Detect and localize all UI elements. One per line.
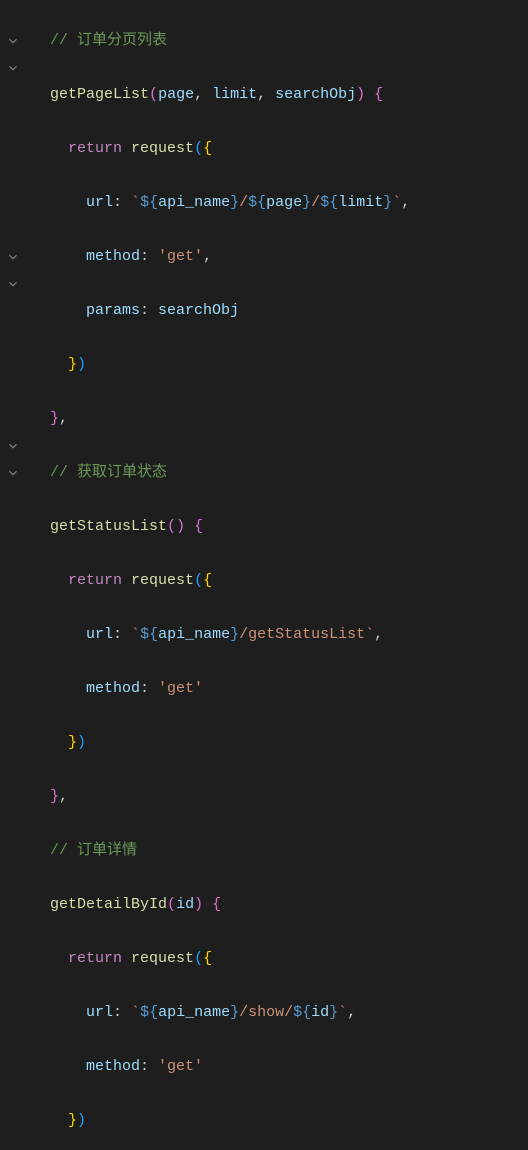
code-line: url: `${api_name}/${page}/${limit}`, xyxy=(32,189,528,216)
keyword: return xyxy=(68,140,122,157)
fold-chevron-icon[interactable] xyxy=(0,459,24,486)
code-line: // 获取订单状态 xyxy=(32,459,528,486)
code-area[interactable]: // 订单分页列表 getPageList(page, limit, searc… xyxy=(24,0,528,575)
code-line: }) xyxy=(32,729,528,756)
fold-chevron-icon[interactable] xyxy=(0,27,24,54)
comment: // 订单详情 xyxy=(50,842,137,859)
code-line: url: `${api_name}/show/${id}`, xyxy=(32,999,528,1026)
function-name: getStatusList xyxy=(50,518,167,535)
code-editor[interactable]: // 订单分页列表 getPageList(page, limit, searc… xyxy=(0,0,528,575)
function-name: getDetailById xyxy=(50,896,167,913)
code-line: return request({ xyxy=(32,135,528,162)
fold-chevron-icon[interactable] xyxy=(0,54,24,81)
code-line: params: searchObj xyxy=(32,297,528,324)
code-line: method: 'get' xyxy=(32,1053,528,1080)
code-line: getDetailById(id) { xyxy=(32,891,528,918)
code-line: // 订单详情 xyxy=(32,837,528,864)
code-line: getStatusList() { xyxy=(32,513,528,540)
function-name: getPageList xyxy=(50,86,149,103)
code-line: }) xyxy=(32,1107,528,1134)
code-line: // 订单分页列表 xyxy=(32,27,528,54)
comment: // 获取订单状态 xyxy=(50,464,167,481)
code-line: }, xyxy=(32,405,528,432)
fold-chevron-icon[interactable] xyxy=(0,270,24,297)
code-line: return request({ xyxy=(32,567,528,594)
code-line: method: 'get' xyxy=(32,675,528,702)
code-line: }, xyxy=(32,783,528,810)
code-line: method: 'get', xyxy=(32,243,528,270)
fold-chevron-icon[interactable] xyxy=(0,243,24,270)
code-line: }) xyxy=(32,351,528,378)
code-line: getPageList(page, limit, searchObj) { xyxy=(32,81,528,108)
fold-chevron-icon[interactable] xyxy=(0,432,24,459)
code-line: return request({ xyxy=(32,945,528,972)
comment: // 订单分页列表 xyxy=(50,32,167,49)
fold-gutter xyxy=(0,0,24,575)
code-line: url: `${api_name}/getStatusList`, xyxy=(32,621,528,648)
